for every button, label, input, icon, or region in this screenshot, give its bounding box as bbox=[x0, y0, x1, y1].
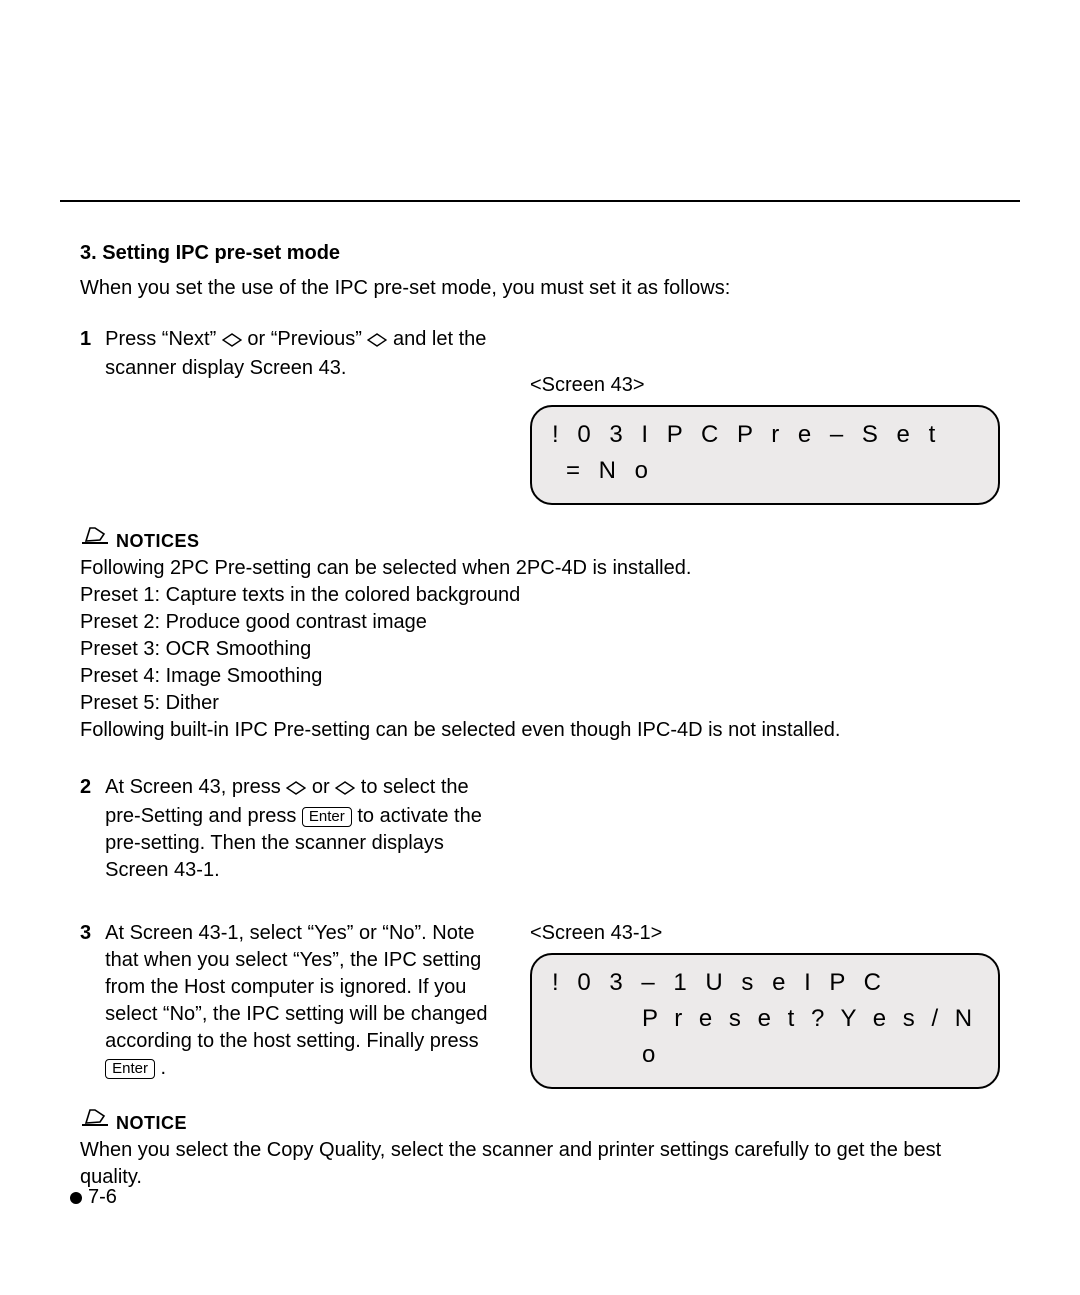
notices-label: NOTICES bbox=[116, 529, 200, 553]
step-3-text: At Screen 43-1, select “Yes” or “No”. No… bbox=[105, 920, 500, 1082]
step-3-number: 3 bbox=[80, 920, 91, 1082]
previous-diamond-icon bbox=[367, 328, 387, 355]
diamond-icon bbox=[286, 776, 306, 803]
lcd-screen-43: ! 0 3 I P C P r e – S e t = N o bbox=[530, 405, 1000, 505]
enter-key-icon: Enter bbox=[105, 1059, 155, 1079]
notice-block: NOTICE When you select the Copy Quality,… bbox=[80, 1105, 1000, 1191]
notices-block: NOTICES Following 2PC Pre-setting can be… bbox=[80, 523, 1000, 744]
bullet-icon bbox=[70, 1192, 82, 1204]
text: Press “Next” bbox=[105, 328, 222, 350]
next-diamond-icon bbox=[222, 328, 242, 355]
text: At Screen 43-1, select “Yes” or “No”. No… bbox=[105, 922, 487, 1052]
step-2: 2 At Screen 43, press or to select the p… bbox=[80, 774, 500, 884]
notices-heading: NOTICES bbox=[80, 523, 1000, 553]
step-2-text: At Screen 43, press or to select the pre… bbox=[105, 774, 500, 884]
step-3: 3 At Screen 43-1, select “Yes” or “No”. … bbox=[80, 920, 500, 1082]
screen-43-label: <Screen 43> bbox=[530, 372, 1000, 399]
screen-43-1-label: <Screen 43-1> bbox=[530, 920, 1000, 947]
notice-line: Preset 5: Dither bbox=[80, 690, 1000, 717]
notice-line: Following 2PC Pre-setting can be selecte… bbox=[80, 555, 1000, 582]
step-1-number: 1 bbox=[80, 326, 91, 382]
empty-col bbox=[530, 774, 1000, 820]
diamond-icon bbox=[335, 776, 355, 803]
section-title: 3. Setting IPC pre-set mode bbox=[80, 240, 1000, 267]
screen-43-1-col: <Screen 43-1> ! 0 3 – 1 U s e I P C P r … bbox=[530, 920, 1000, 1089]
section-intro: When you set the use of the IPC pre-set … bbox=[80, 275, 1000, 302]
notice-heading: NOTICE bbox=[80, 1105, 1000, 1135]
notice-line: Preset 1: Capture texts in the colored b… bbox=[80, 582, 1000, 609]
content: 3. Setting IPC pre-set mode When you set… bbox=[80, 240, 1000, 1191]
page: 3. Setting IPC pre-set mode When you set… bbox=[0, 0, 1080, 1295]
lcd-line-2: P r e s e t ? Y e s / N o bbox=[552, 1001, 978, 1073]
text: or bbox=[312, 776, 335, 798]
step-2-number: 2 bbox=[80, 774, 91, 884]
notice-line: Preset 2: Produce good contrast image bbox=[80, 609, 1000, 636]
text: At Screen 43, press bbox=[105, 776, 286, 798]
screen-43-col: <Screen 43> ! 0 3 I P C P r e – S e t = … bbox=[530, 326, 1000, 505]
step-2-row: 2 At Screen 43, press or to select the p… bbox=[80, 774, 1000, 884]
step-1-text: Press “Next” or “Previous” and let the s… bbox=[105, 326, 500, 382]
lcd-line-1: ! 0 3 I P C P r e – S e t bbox=[552, 417, 978, 453]
lcd-line-2: = N o bbox=[552, 453, 978, 489]
notice-line: Following built-in IPC Pre-setting can b… bbox=[80, 717, 1000, 744]
lcd-line-1: ! 0 3 – 1 U s e I P C bbox=[552, 965, 978, 1001]
notice-line: Preset 3: OCR Smoothing bbox=[80, 636, 1000, 663]
notice-body: When you select the Copy Quality, select… bbox=[80, 1137, 1000, 1191]
text: or “Previous” bbox=[247, 328, 367, 350]
pencil-icon bbox=[80, 523, 110, 553]
pencil-icon bbox=[80, 1105, 110, 1135]
lcd-screen-43-1: ! 0 3 – 1 U s e I P C P r e s e t ? Y e … bbox=[530, 953, 1000, 1089]
step-1-row: 1 Press “Next” or “Previous” and let the… bbox=[80, 326, 1000, 505]
notices-body: Following 2PC Pre-setting can be selecte… bbox=[80, 555, 1000, 744]
notice-line: Preset 4: Image Smoothing bbox=[80, 663, 1000, 690]
enter-key-icon: Enter bbox=[302, 807, 352, 827]
page-footer: 7-6 bbox=[70, 1186, 117, 1209]
step-3-row: 3 At Screen 43-1, select “Yes” or “No”. … bbox=[80, 920, 1000, 1089]
page-number: 7-6 bbox=[88, 1186, 117, 1209]
notice-label: NOTICE bbox=[116, 1111, 187, 1135]
text: . bbox=[161, 1057, 167, 1079]
step-1: 1 Press “Next” or “Previous” and let the… bbox=[80, 326, 500, 382]
horizontal-rule bbox=[60, 200, 1020, 202]
